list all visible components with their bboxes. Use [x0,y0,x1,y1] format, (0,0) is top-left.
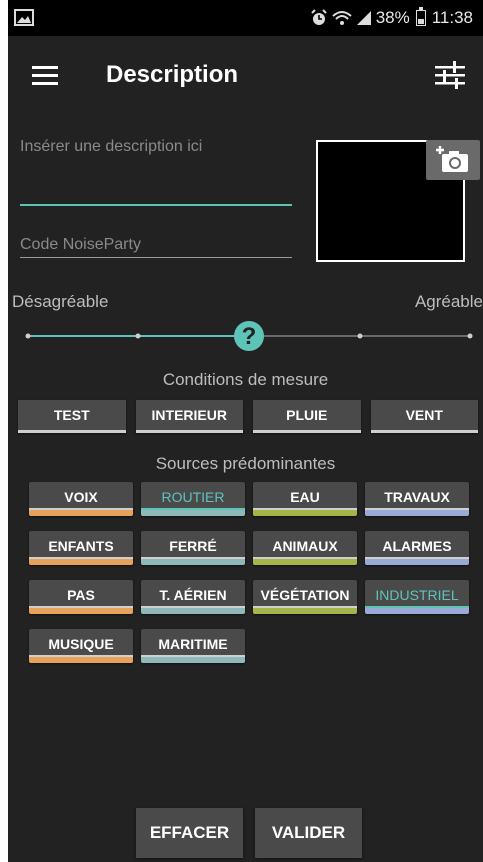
source-button-label: ROUTIER [161,489,225,505]
conditions-button-row: TEST INTERIEUR PLUIE VENT [18,400,478,433]
source-color-bar [253,508,357,516]
app-screen: 38% 11:38 Description Insérer une descri… [8,0,483,862]
add-photo-icon [436,146,468,172]
sources-heading: Sources prédominantes [155,454,336,473]
pleasantness-slider[interactable]: ? [24,318,474,354]
gallery-notification-icon [14,9,34,26]
app-bar: Description [8,36,483,116]
slider-tick [357,333,363,339]
source-button[interactable]: PAS [29,580,133,614]
description-input[interactable]: Insérer une description ici [20,138,202,156]
source-button[interactable]: EAU [253,482,357,516]
code-noiseparty-input[interactable]: Code NoiseParty [20,236,141,254]
source-button[interactable]: VOIX [29,482,133,516]
source-button[interactable]: ANIMAUX [253,531,357,565]
slider-min-label: Désagréable [12,292,109,311]
source-button-label: T. AÉRIEN [159,587,227,603]
condition-button-interieur[interactable]: INTERIEUR [135,400,243,433]
description-input-underline [20,204,292,206]
source-button[interactable]: MARITIME [141,629,245,663]
condition-button-test[interactable]: TEST [18,400,126,433]
source-button-label: TRAVAUX [384,489,450,505]
source-button[interactable]: TRAVAUX [365,482,469,516]
slider-thumb-label: ? [242,323,257,350]
source-button[interactable]: T. AÉRIEN [141,580,245,614]
validate-button[interactable]: VALIDER [255,808,362,858]
source-button-label: ANIMAUX [272,538,338,554]
page-title: Description [106,61,239,88]
source-color-bar [29,557,133,565]
source-color-bar [141,557,245,565]
slider-tick [25,333,31,339]
source-color-bar [141,655,245,663]
condition-button-vent[interactable]: VENT [370,400,478,433]
status-bar: 38% 11:38 [8,0,483,36]
source-button-label: MUSIQUE [48,636,114,652]
source-button-label: VOIX [64,489,98,505]
source-button-label: ENFANTS [48,538,114,554]
clock: 11:38 [431,8,473,27]
source-color-bar [141,606,245,614]
source-button[interactable]: VÉGÉTATION [253,580,357,614]
source-button-label: MARITIME [158,636,228,652]
menu-icon[interactable] [32,66,58,86]
alarm-icon [310,9,327,25]
source-color-bar [253,606,357,614]
condition-button-pluie[interactable]: PLUIE [253,400,361,433]
source-button-label: VÉGÉTATION [260,587,350,603]
source-color-bar [29,655,133,663]
source-color-bar [29,508,133,516]
source-color-bar [141,508,245,516]
source-color-bar [253,557,357,565]
slider-tick [467,333,473,339]
slider-max-label: Agréable [414,292,483,311]
sources-button-grid: VOIX ROUTIER EAU TRAVAUX ENFANTS FERRÉ ANIMAUX… [29,482,474,663]
source-button-label: EAU [290,489,320,505]
signal-icon [356,11,371,25]
slider-tick [135,333,141,339]
source-button-label: INDUSTRIEL [375,587,459,603]
source-color-bar [29,606,133,614]
clear-button[interactable]: EFFACER [136,808,243,858]
settings-sliders-icon[interactable] [433,58,467,92]
source-button[interactable]: ENFANTS [29,531,133,565]
source-button-label: PAS [67,587,95,603]
conditions-heading: Conditions de mesure [162,370,329,389]
source-button-label: FERRÉ [169,538,217,554]
source-button-label: ALARMES [382,538,452,554]
source-color-bar [365,508,469,516]
source-button[interactable]: INDUSTRIEL [365,580,469,614]
battery-percent: 38% [375,8,410,27]
source-button[interactable]: FERRÉ [141,531,245,565]
source-button[interactable]: ALARMES [365,531,469,565]
source-button[interactable]: MUSIQUE [29,629,133,663]
source-color-bar [365,606,469,614]
add-photo-button[interactable] [426,140,480,180]
code-input-underline [20,257,292,258]
source-button[interactable]: ROUTIER [141,482,245,516]
battery-icon [415,7,426,26]
wifi-icon [332,11,352,25]
source-color-bar [365,557,469,565]
